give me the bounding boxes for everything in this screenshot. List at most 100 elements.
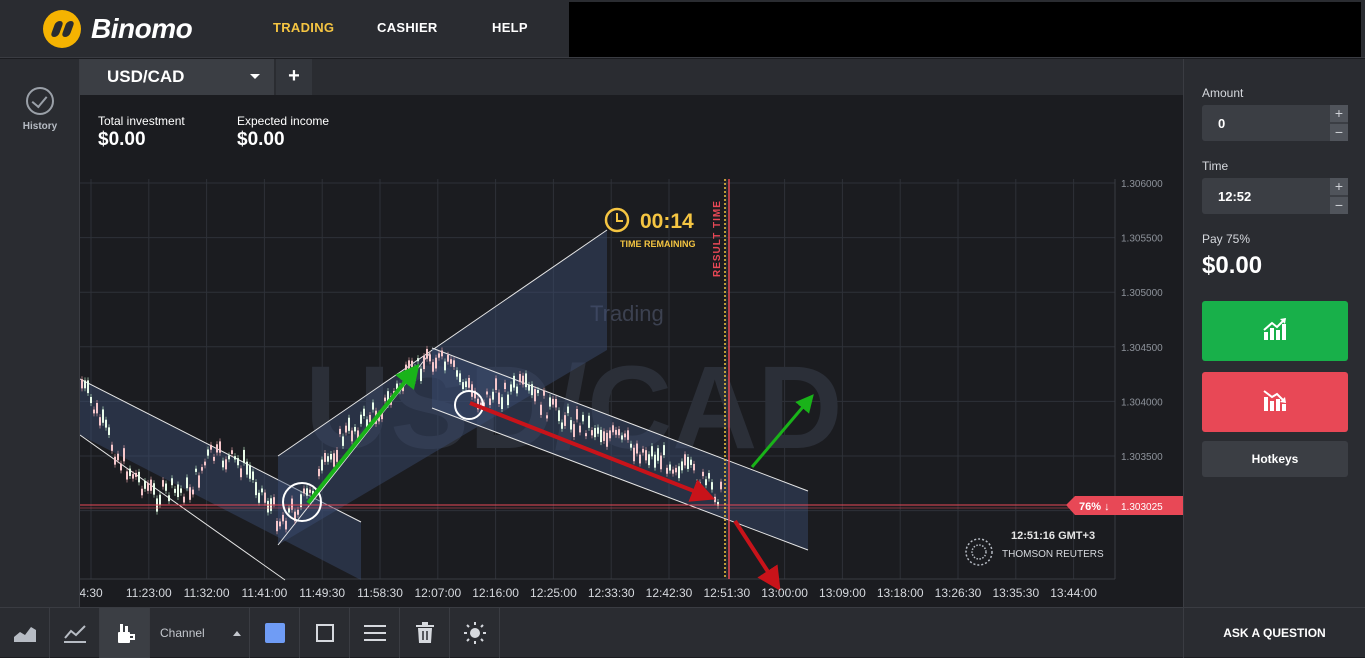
- x-tick-label: 12:51:30: [703, 586, 750, 600]
- up-button[interactable]: [1202, 301, 1348, 361]
- candle: [522, 375, 524, 385]
- line-chart-button[interactable]: [50, 608, 100, 658]
- history-button[interactable]: History: [0, 87, 80, 132]
- fill-color-button[interactable]: [250, 608, 300, 658]
- trash-icon: [415, 622, 434, 643]
- channel-select[interactable]: Channel: [150, 608, 250, 658]
- candle: [285, 520, 287, 530]
- candle: [639, 454, 641, 464]
- candle: [129, 468, 131, 476]
- candle: [708, 473, 710, 479]
- nav-cashier[interactable]: CASHIER: [377, 20, 438, 35]
- candle: [165, 483, 167, 491]
- app-name: Binomo: [91, 13, 193, 44]
- candle: [630, 443, 632, 448]
- candle: [330, 453, 332, 460]
- hotkeys-button[interactable]: Hotkeys: [1202, 441, 1348, 477]
- candle: [426, 348, 428, 359]
- candle: [684, 454, 686, 466]
- price-badge-percent: 76% ↓: [1079, 501, 1110, 513]
- time-decrease-button[interactable]: −: [1330, 197, 1348, 214]
- candle: [492, 391, 494, 400]
- x-tick-label: 12:16:00: [472, 586, 519, 600]
- amount-decrease-button[interactable]: −: [1330, 124, 1348, 141]
- candle: [363, 408, 365, 416]
- candle: [546, 415, 548, 419]
- candle: [192, 489, 194, 495]
- candle: [243, 449, 245, 463]
- chart-up-icon: [1263, 318, 1286, 340]
- candle: [222, 460, 224, 468]
- candle: [135, 472, 137, 477]
- candle: [489, 398, 491, 405]
- outline-button[interactable]: [300, 608, 350, 658]
- candle: [336, 449, 338, 462]
- timer-label: TIME REMAINING: [620, 239, 696, 249]
- candle: [99, 417, 101, 426]
- amount-increase-button[interactable]: +: [1330, 105, 1348, 122]
- candle: [186, 477, 188, 489]
- history-label: History: [22, 121, 58, 132]
- candle: [303, 488, 305, 494]
- candle: [423, 356, 425, 370]
- pay-label: Pay 75%: [1202, 232, 1251, 246]
- candle: [231, 450, 233, 454]
- candle: [348, 417, 350, 431]
- candle: [438, 353, 440, 358]
- candle: [714, 496, 716, 503]
- candle: [414, 366, 416, 381]
- candle: [636, 443, 638, 454]
- amount-field[interactable]: 0 + −: [1202, 105, 1348, 141]
- candle: [528, 384, 530, 391]
- nav-help[interactable]: HELP: [492, 20, 528, 35]
- candle: [255, 482, 257, 496]
- candle: [627, 430, 629, 440]
- server-clock: 12:51:16 GMT+3: [1011, 530, 1095, 542]
- candle: [204, 461, 206, 466]
- area-chart-button[interactable]: [0, 608, 50, 658]
- candle: [609, 430, 611, 439]
- candle: [435, 357, 437, 369]
- y-tick-label: 1.306000: [1121, 179, 1163, 190]
- candle: [615, 429, 617, 435]
- candle: [642, 448, 644, 453]
- color-swatch-icon: [264, 623, 285, 643]
- candle: [429, 354, 431, 362]
- logo[interactable]: Binomo: [43, 10, 193, 48]
- candle: [354, 426, 356, 432]
- asset-tab-usdcad[interactable]: USD/CAD: [80, 59, 274, 95]
- nav-trading[interactable]: TRADING: [273, 20, 334, 35]
- candle: [432, 362, 434, 372]
- candle: [648, 454, 650, 466]
- delete-drawing-button[interactable]: [400, 608, 450, 658]
- drawing-tools-button[interactable]: [100, 608, 150, 658]
- down-button[interactable]: [1202, 372, 1348, 432]
- add-asset-button[interactable]: +: [276, 59, 312, 95]
- candle: [720, 481, 722, 490]
- chevron-up-icon: [233, 631, 241, 636]
- candle: [612, 425, 614, 433]
- candle: [621, 435, 623, 440]
- ask-question-button[interactable]: ASK A QUESTION: [1183, 608, 1365, 658]
- time-field[interactable]: 12:52 + −: [1202, 178, 1348, 214]
- x-tick-label: 13:44:00: [1050, 586, 1097, 600]
- candle: [168, 495, 170, 502]
- theme-toggle-button[interactable]: [450, 608, 500, 658]
- line-style-button[interactable]: [350, 608, 400, 658]
- candle: [261, 488, 263, 493]
- x-tick-label: 11:58:30: [357, 586, 403, 600]
- candle: [174, 488, 176, 493]
- menu-lines-icon: [363, 625, 386, 641]
- y-tick-label: 1.303500: [1121, 452, 1163, 463]
- x-tick-label: 11:41:00: [241, 586, 287, 600]
- y-tick-label: 1.304000: [1121, 397, 1163, 408]
- candle: [567, 406, 569, 414]
- price-chart[interactable]: USD/CAD Trading RESULT TIME 00:14 TIME R…: [80, 165, 1183, 607]
- x-tick-label: 12:33:30: [588, 586, 635, 600]
- asset-pair-label: USD/CAD: [107, 67, 185, 86]
- candle: [633, 447, 635, 462]
- price-badge-value: 1.303025: [1121, 502, 1163, 513]
- result-time-label: RESULT TIME: [712, 200, 723, 277]
- chart-canvas[interactable]: USD/CAD Trading RESULT TIME 00:14 TIME R…: [80, 165, 1183, 607]
- time-increase-button[interactable]: +: [1330, 178, 1348, 195]
